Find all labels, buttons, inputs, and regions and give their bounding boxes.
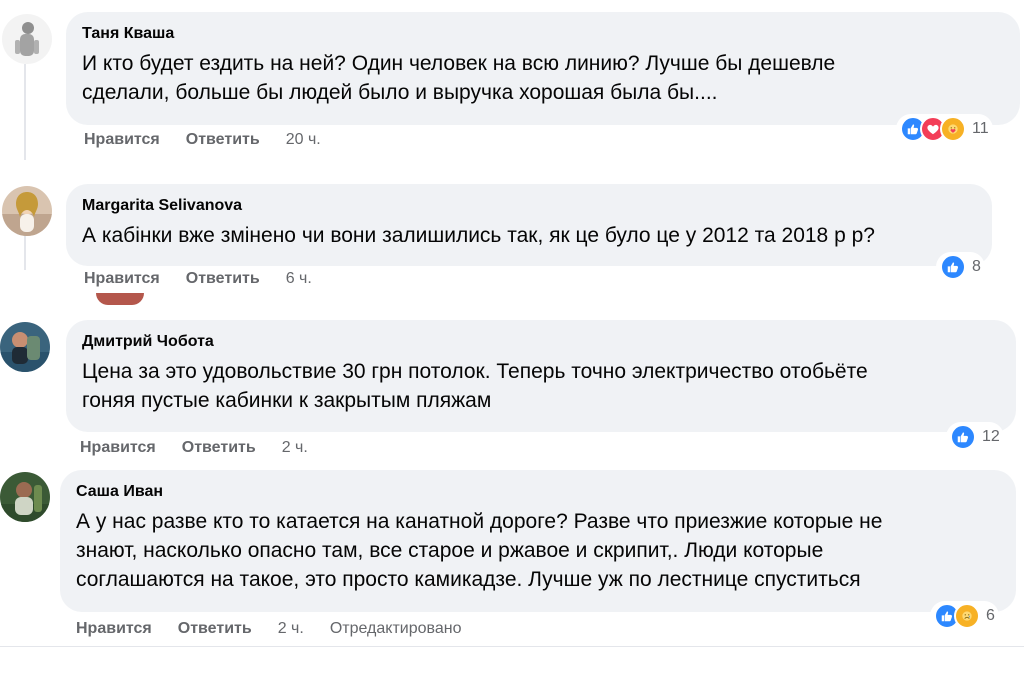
like-action[interactable]: Нравится xyxy=(84,131,160,149)
avatar[interactable] xyxy=(2,14,52,64)
comment-line: А у нас разве кто то катается на канатно… xyxy=(76,510,883,533)
comment-actions: Нравится Ответить 2 ч. xyxy=(80,439,334,457)
reaction-icons xyxy=(900,116,966,142)
comment: Таня Кваша И кто будет ездить на ней? Од… xyxy=(0,0,1024,170)
reaction-count: 6 xyxy=(986,607,995,624)
comment-text: И кто будет ездить на ней? Один человек … xyxy=(82,49,1004,107)
comment-time[interactable]: 6 ч. xyxy=(286,270,312,288)
avatar[interactable] xyxy=(0,472,50,522)
author-name[interactable]: Таня Кваша xyxy=(82,24,1004,43)
comment-text: А кабінки вже змінено чи вони залишились… xyxy=(82,221,976,250)
like-icon xyxy=(950,424,976,450)
reaction-summary[interactable]: 11 xyxy=(896,114,993,144)
comment-line: гоняя пустые кабинки к закрытым пляжам xyxy=(82,389,492,412)
reaction-icons xyxy=(940,254,966,280)
care-icon xyxy=(940,116,966,142)
reaction-count: 8 xyxy=(972,258,981,275)
comment-line: А кабінки вже змінено чи вони залишились… xyxy=(82,224,875,247)
comment-line: И кто будет ездить на ней? Один человек … xyxy=(82,52,836,75)
comment-bubble: Margarita Selivanova А кабінки вже зміне… xyxy=(66,184,992,266)
comment-time[interactable]: 20 ч. xyxy=(286,131,321,149)
like-action[interactable]: Нравится xyxy=(76,620,152,638)
comment-text: Цена за это удовольствие 30 грн потолок.… xyxy=(82,357,1000,415)
comment-line: знают, насколько опасно там, все старое … xyxy=(76,539,824,562)
comment-bubble: Таня Кваша И кто будет ездить на ней? Од… xyxy=(66,12,1020,125)
partial-avatar xyxy=(96,293,144,305)
reaction-summary[interactable]: 6 xyxy=(930,601,999,631)
author-name[interactable]: Margarita Selivanova xyxy=(82,196,976,215)
comment: Саша Иван А у нас разве кто то катается … xyxy=(0,462,1024,695)
reaction-count: 11 xyxy=(972,120,989,137)
like-icon xyxy=(940,254,966,280)
comment-time[interactable]: 2 ч. xyxy=(278,620,304,638)
reaction-count: 12 xyxy=(982,428,1000,445)
author-name[interactable]: Саша Иван xyxy=(76,482,1000,501)
reaction-icons xyxy=(950,424,976,450)
edited-label: Отредактировано xyxy=(329,620,462,637)
reaction-icons xyxy=(934,603,980,629)
reply-action[interactable]: Ответить xyxy=(178,620,252,638)
author-name[interactable]: Дмитрий Чобота xyxy=(82,332,1000,351)
sad-icon xyxy=(954,603,980,629)
comment-line: Цена за это удовольствие 30 грн потолок.… xyxy=(82,360,868,383)
comment-actions: Нравится Ответить 20 ч. xyxy=(84,131,347,149)
like-action[interactable]: Нравится xyxy=(80,439,156,457)
reaction-summary[interactable]: 12 xyxy=(946,422,1004,452)
comment: Дмитрий Чобота Цена за это удовольствие … xyxy=(0,312,1024,462)
comment-actions: Нравится Ответить 6 ч. xyxy=(84,270,338,288)
reply-action[interactable]: Ответить xyxy=(182,439,256,457)
comment: Margarita Selivanova А кабінки вже зміне… xyxy=(0,172,1024,312)
avatar[interactable] xyxy=(0,322,50,372)
comment-bubble: Саша Иван А у нас разве кто то катается … xyxy=(60,470,1016,612)
reply-action[interactable]: Ответить xyxy=(186,270,260,288)
reaction-summary[interactable]: 8 xyxy=(936,252,985,282)
comment-text: А у нас разве кто то катается на канатно… xyxy=(76,507,1000,594)
bottom-divider xyxy=(0,646,1024,647)
comment-line: сделали, больше бы людей было и выручка … xyxy=(82,81,718,104)
reply-action[interactable]: Ответить xyxy=(186,131,260,149)
comment-bubble: Дмитрий Чобота Цена за это удовольствие … xyxy=(66,320,1016,432)
like-action[interactable]: Нравится xyxy=(84,270,160,288)
avatar[interactable] xyxy=(2,186,52,236)
comment-actions: Нравится Ответить 2 ч. Отредактировано xyxy=(76,620,461,638)
comment-line: соглашаются на такое, это просто камикад… xyxy=(76,568,861,591)
comment-time[interactable]: 2 ч. xyxy=(282,439,308,457)
